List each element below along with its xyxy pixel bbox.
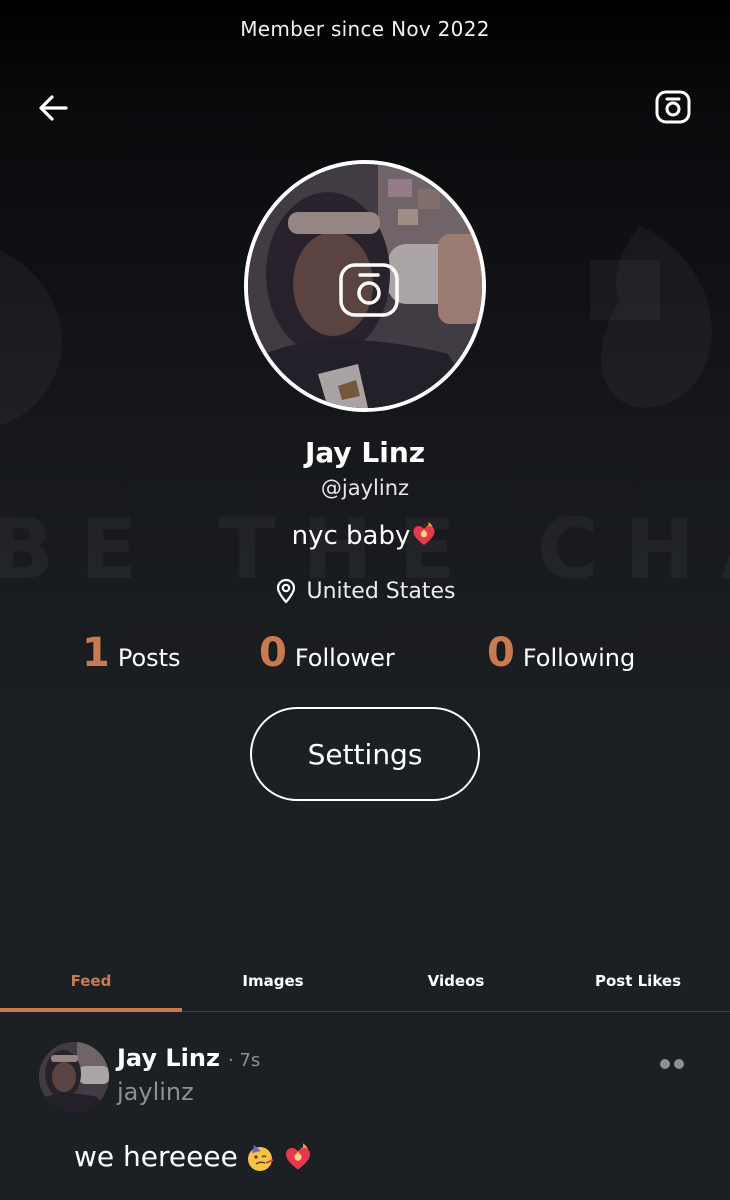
feed-post[interactable]: Jay Linz · 7s jaylinz we hereeee — [0, 1040, 730, 1200]
partying-face-emoji-icon — [247, 1144, 274, 1171]
profile-handle: @jaylinz — [320, 476, 410, 500]
profile-tabs: Feed Images Videos Post Likes — [0, 950, 730, 1012]
bio-text: nyc baby — [291, 521, 411, 551]
active-tab-indicator — [0, 1008, 182, 1012]
post-timestamp: · 7s — [228, 1050, 261, 1071]
post-author-photo — [39, 1042, 109, 1112]
stat-following[interactable]: 0 Following — [487, 630, 635, 676]
profile-bio: nyc baby — [0, 520, 730, 551]
post-author-name[interactable]: Jay Linz — [117, 1044, 220, 1072]
tab-feed[interactable]: Feed — [0, 950, 182, 1012]
post-text: we hereeee — [74, 1140, 238, 1173]
profile-page: BE THE CHANGE Member since Nov 2022 — [0, 0, 730, 1200]
arrow-left-icon — [39, 95, 68, 121]
stat-posts-label: Posts — [117, 644, 181, 672]
heart-on-fire-emoji-icon — [413, 522, 435, 545]
location-pin-icon — [276, 578, 295, 604]
post-author-avatar[interactable] — [39, 1042, 109, 1112]
camera-button[interactable] — [652, 86, 694, 128]
stat-followers-label: Follower — [294, 644, 395, 672]
more-dot — [674, 1059, 684, 1069]
stat-posts[interactable]: 1 Posts — [82, 630, 181, 676]
stat-followers[interactable]: 0 Follower — [259, 630, 395, 676]
post-content: we hereeee — [74, 1140, 314, 1173]
location-text: United States — [306, 578, 456, 604]
tab-post-likes[interactable]: Post Likes — [547, 950, 729, 1012]
camera-icon — [655, 90, 691, 124]
back-button[interactable] — [34, 88, 74, 128]
post-more-button[interactable] — [660, 1054, 692, 1069]
profile-stats: 1 Posts 0 Follower 0 Following — [0, 630, 730, 680]
member-since-label: Member since Nov 2022 — [240, 17, 490, 41]
post-author-handle[interactable]: jaylinz — [117, 1078, 194, 1106]
profile-avatar[interactable] — [244, 160, 486, 412]
stat-following-count: 0 — [487, 630, 515, 676]
more-dot — [660, 1059, 670, 1069]
stat-followers-count: 0 — [259, 630, 287, 676]
profile-location: United States — [0, 578, 730, 604]
camera-overlay-icon — [339, 263, 399, 317]
stat-following-label: Following — [522, 644, 636, 672]
heart-on-fire-emoji-icon — [285, 1142, 310, 1170]
tab-videos[interactable]: Videos — [365, 950, 547, 1012]
settings-button[interactable]: Settings — [250, 707, 480, 801]
stat-posts-count: 1 — [82, 630, 110, 676]
tab-images[interactable]: Images — [182, 950, 364, 1012]
profile-name: Jay Linz — [304, 436, 426, 469]
